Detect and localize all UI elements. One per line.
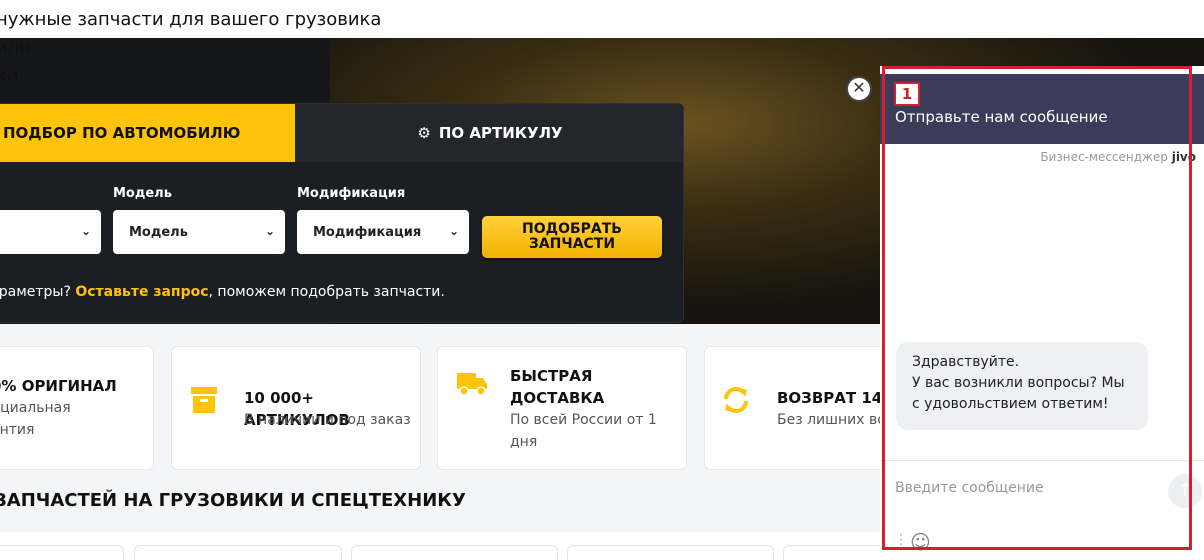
feature-subtitle: Без лишних во [777,412,886,428]
gears-icon: ⚙ [417,124,431,142]
feature-delivery: БЫСТРАЯ ДОСТАВКА По всей России от 1 дня [437,346,687,470]
tab-by-vehicle[interactable]: ПОДБОР ПО АВТОМОБИЛЮ [0,104,295,162]
feature-subtitle: ициальная [0,400,71,416]
hero-text-line: нужные запчасти для вашего грузовика или [0,9,382,58]
jivo-logo: jivo [1171,150,1196,164]
truck-icon [456,369,487,399]
feature-original: 0% ОРИГИНАЛ ициальная антия [0,346,154,470]
feature-title: ДОСТАВКА [510,389,605,407]
chat-header-title: Отправьте нам сообщение [895,108,1108,126]
feature-return: ВОЗВРАТ 14 Д Без лишних во [704,346,904,470]
request-hint-suffix: , поможем подобрать запчасти. [208,284,445,300]
pick-parts-button[interactable]: ПОДОБРАТЬ ЗАПЧАСТИ [482,216,662,258]
request-hint: параметры? Оставьте запрос, поможем подо… [0,284,445,300]
category-card[interactable] [134,545,342,560]
feature-subtitle: дня [510,434,538,450]
tab-by-article[interactable]: ⚙ ПО АРТИКУЛУ [295,104,683,162]
feature-title: 0% ОРИГИНАЛ [0,377,117,395]
make-select[interactable]: ⌄ [0,210,101,254]
hero-text-line: ки. [0,65,25,86]
leave-request-link[interactable]: Оставьте запрос [75,284,208,300]
refresh-icon [721,385,751,415]
chat-brand[interactable]: Бизнес-мессенджер jivo [1040,150,1196,164]
feature-subtitle: антия [0,422,35,438]
parts-search-card: ПОДБОР ПО АВТОМОБИЛЮ ⚙ ПО АРТИКУЛУ ⌄ Мод… [0,103,684,323]
chevron-down-icon: ⌄ [80,224,91,238]
category-card[interactable] [0,545,124,560]
chat-header: 1 Отправьте нам сообщение [880,74,1204,144]
category-card[interactable] [567,545,774,560]
emoji-icon[interactable]: ☺ [910,530,931,554]
chat-greeting-line: Здравствуйте. [912,354,1020,370]
feature-subtitle: По всей России от 1 [510,412,657,428]
model-select[interactable]: Модель ⌄ [113,210,285,254]
modification-select[interactable]: Модификация ⌄ [297,210,469,254]
chat-brand-text: Бизнес-мессенджер [1040,150,1168,164]
close-chat-button[interactable]: ✕ [846,76,872,102]
pick-parts-button-line: ПОДОБРАТЬ [522,221,622,237]
hero-text: нужные запчасти для вашего грузовика или… [0,6,416,90]
chat-greeting-bubble: Здравствуйте. У вас возникли вопросы? Мы… [896,342,1148,430]
box-icon [190,385,220,415]
more-options-icon[interactable]: ⋮ [894,532,908,548]
request-hint-prefix: параметры? [0,284,71,300]
close-icon: ✕ [852,78,866,97]
features-strip: 0% ОРИГИНАЛ ициальная антия 10 000+ АРТИ… [0,324,904,480]
modification-label: Модификация [297,186,406,201]
category-card[interactable] [351,545,558,560]
chat-message-input[interactable]: Введите сообщение [895,480,1044,496]
annotation-badge: 1 [894,82,920,106]
chat-widget: 1 Отправьте нам сообщение Бизнес-мессенд… [880,66,1204,560]
category-card[interactable] [783,545,883,560]
model-select-value: Модель [129,224,188,240]
chevron-down-icon: ⌄ [448,224,459,238]
model-label: Модель [113,186,172,201]
feature-subtitle: В наличии и под заказ [244,412,411,428]
catalog-section-title: ЗАПЧАСТЕЙ НА ГРУЗОВИКИ И СПЕЦТЕХНИКУ [0,490,466,511]
chat-greeting-line: У вас возникли вопросы? Мы с удовольстви… [912,375,1125,412]
feature-title: БЫСТРАЯ [510,367,593,385]
feature-articles: 10 000+ АРТИКУЛОВ В наличии и под заказ [171,346,421,470]
tab-by-vehicle-label: ПОДБОР ПО АВТОМОБИЛЮ [3,124,241,142]
arrow-up-icon: ↑ [1177,480,1193,501]
chevron-down-icon: ⌄ [264,224,275,238]
modification-select-value: Модификация [313,224,422,240]
pick-parts-button-line: ЗАПЧАСТИ [528,236,616,252]
chat-divider [880,460,1204,461]
tab-by-article-label: ПО АРТИКУЛУ [438,124,563,142]
send-button[interactable]: ↑ [1168,474,1202,508]
